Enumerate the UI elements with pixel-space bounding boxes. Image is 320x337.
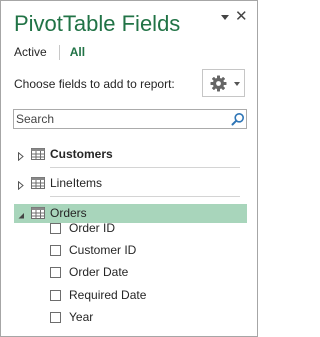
search-icon[interactable] xyxy=(231,112,245,131)
tools-dropdown-button[interactable] xyxy=(202,69,245,97)
table-row-customers[interactable]: Customers xyxy=(14,145,247,164)
pane-title: PivotTable Fields xyxy=(14,11,181,36)
field-label: Year xyxy=(69,310,94,324)
field-label: Required Date xyxy=(69,288,147,302)
table-label-orders: Orders xyxy=(50,206,87,220)
table-icon xyxy=(31,207,45,222)
field-checkbox[interactable] xyxy=(50,312,61,323)
table-label-customers: Customers xyxy=(50,147,113,161)
expand-arrow-icon[interactable] xyxy=(17,150,25,164)
field-label: Customer ID xyxy=(69,243,137,257)
pivot-fields-pane: PivotTable Fields ✕ Active All Choose fie… xyxy=(0,0,258,337)
table-row-orders[interactable]: Orders xyxy=(14,204,247,223)
field-checkbox[interactable] xyxy=(50,290,61,301)
field-label: Order Date xyxy=(69,265,129,279)
expand-arrow-icon[interactable] xyxy=(17,179,25,193)
collapse-arrow-icon[interactable] xyxy=(17,209,25,223)
tabs: Active All xyxy=(14,45,85,61)
chevron-down-icon xyxy=(234,82,240,86)
tab-active[interactable]: Active xyxy=(14,45,47,59)
table-row-lineitems[interactable]: LineItems xyxy=(14,174,247,193)
table-icon xyxy=(31,177,45,192)
field-checkbox[interactable] xyxy=(50,245,61,256)
pane-options-chevron-down-icon[interactable] xyxy=(221,15,229,20)
tab-divider xyxy=(58,45,60,61)
table-icon xyxy=(31,148,45,163)
field-label: Order ID xyxy=(69,221,116,235)
row-divider xyxy=(50,167,240,168)
search-input[interactable] xyxy=(16,111,221,127)
field-checkbox[interactable] xyxy=(50,267,61,278)
row-divider xyxy=(50,196,240,197)
search-field[interactable] xyxy=(13,109,247,129)
choose-fields-label: Choose fields to add to report: xyxy=(14,77,175,91)
tab-all[interactable]: All xyxy=(70,45,85,59)
field-checkbox[interactable] xyxy=(50,223,61,234)
gear-icon xyxy=(210,75,227,97)
table-label-lineitems: LineItems xyxy=(50,176,103,190)
close-icon[interactable]: ✕ xyxy=(235,9,248,25)
